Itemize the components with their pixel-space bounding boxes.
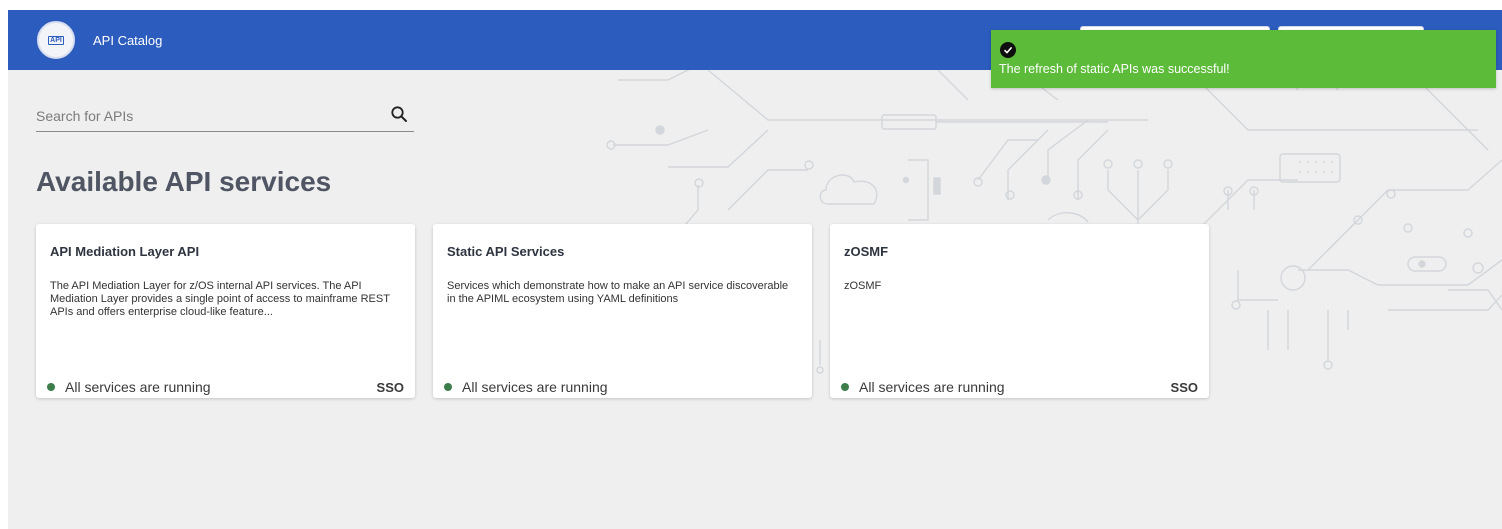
api-card-static-api-services[interactable]: Static API Services Services which demon… xyxy=(433,224,812,398)
api-catalog-logo[interactable]: API xyxy=(37,21,75,59)
status-text: All services are running xyxy=(859,379,1005,395)
status-dot-icon xyxy=(47,383,55,391)
check-circle-icon xyxy=(1000,42,1016,58)
card-status: All services are running xyxy=(444,379,608,395)
card-description: The API Mediation Layer for z/OS interna… xyxy=(50,280,390,318)
card-status: All services are running xyxy=(841,379,1005,395)
search-box xyxy=(36,104,414,132)
status-text: All services are running xyxy=(65,379,211,395)
sso-badge: SSO xyxy=(1170,380,1198,395)
page-title: Available API services xyxy=(36,166,332,197)
card-description: Services which demonstrate how to make a… xyxy=(447,280,789,305)
card-description: zOSMF xyxy=(844,280,882,292)
status-text: All services are running xyxy=(462,379,608,395)
sso-badge: SSO xyxy=(376,380,404,395)
app-title: API Catalog xyxy=(93,33,163,48)
card-title: zOSMF xyxy=(844,244,889,259)
api-card-api-mediation-layer[interactable]: API Mediation Layer API The API Mediatio… xyxy=(36,224,415,398)
app-root: API API Catalog The refresh of static AP… xyxy=(0,0,1502,529)
search-input[interactable] xyxy=(36,104,376,128)
api-card-zosmf[interactable]: zOSMF zOSMF All services are running SSO xyxy=(830,224,1209,398)
success-toast: The refresh of static APIs was successfu… xyxy=(991,30,1496,88)
status-dot-icon xyxy=(444,383,452,391)
toast-message: The refresh of static APIs was successfu… xyxy=(999,62,1230,76)
logo-text: API xyxy=(48,35,64,45)
status-dot-icon xyxy=(841,383,849,391)
card-status: All services are running xyxy=(47,379,211,395)
card-title: Static API Services xyxy=(447,244,565,259)
search-icon[interactable] xyxy=(390,105,408,123)
card-title: API Mediation Layer API xyxy=(50,244,200,259)
